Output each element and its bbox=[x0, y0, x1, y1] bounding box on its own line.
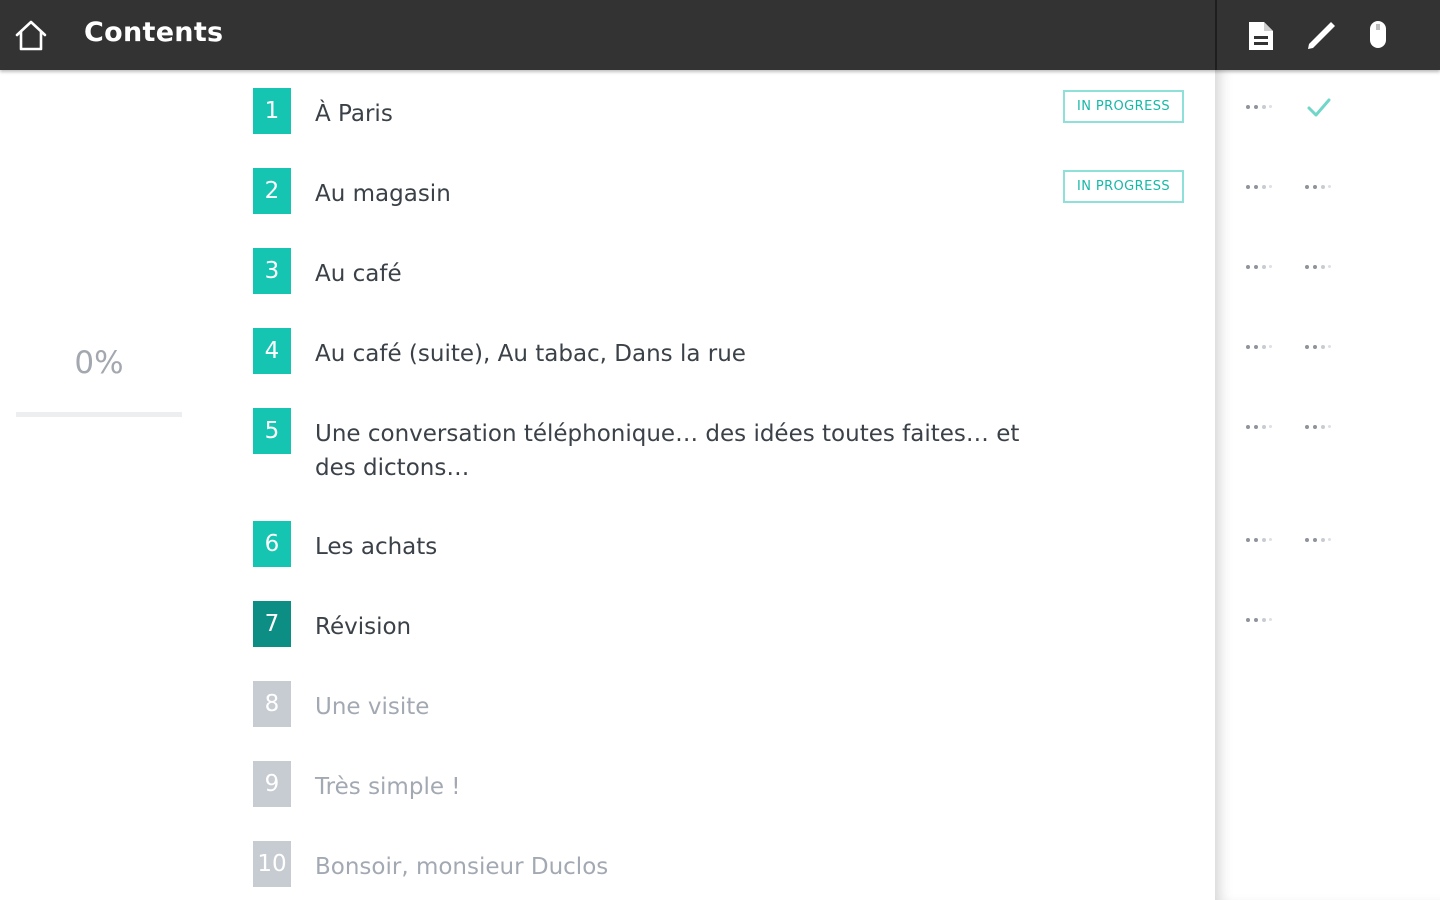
lesson-title: Très simple ! bbox=[315, 774, 461, 800]
progress-bar bbox=[16, 412, 182, 417]
home-icon bbox=[15, 20, 47, 51]
toolbar-divider bbox=[1215, 0, 1217, 70]
writing-status-pending-icon bbox=[1303, 263, 1333, 271]
in-progress-badge: IN PROGRESS bbox=[1063, 90, 1184, 123]
lesson-item[interactable]: 6 Les achats bbox=[253, 521, 1208, 571]
lesson-item[interactable]: 9 Très simple ! bbox=[253, 761, 1208, 811]
lesson-title: Une conversation téléphonique… des idées… bbox=[315, 421, 1020, 481]
microphone-icon bbox=[1370, 21, 1386, 48]
lesson-title: Une visite bbox=[315, 694, 430, 720]
notes-status-pending-icon bbox=[1244, 103, 1274, 111]
lesson-item[interactable]: 7 Révision bbox=[253, 601, 1208, 651]
home-button[interactable] bbox=[12, 16, 50, 54]
lesson-number: 7 bbox=[253, 601, 291, 647]
notes-status-pending-icon bbox=[1244, 616, 1274, 624]
lesson-number: 5 bbox=[253, 408, 291, 454]
lesson-item[interactable]: 8 Une visite bbox=[253, 681, 1208, 731]
lesson-item[interactable]: 2 Au magasin IN PROGRESS bbox=[253, 168, 1208, 218]
notes-status-pending-icon bbox=[1244, 263, 1274, 271]
lesson-number: 8 bbox=[253, 681, 291, 727]
notes-button[interactable] bbox=[1243, 18, 1279, 54]
page-title: Contents bbox=[84, 17, 224, 48]
lesson-number: 4 bbox=[253, 328, 291, 374]
writing-button[interactable] bbox=[1302, 18, 1338, 54]
in-progress-badge: IN PROGRESS bbox=[1063, 170, 1184, 203]
pen-icon bbox=[1308, 22, 1335, 49]
lesson-number: 6 bbox=[253, 521, 291, 567]
lesson-number: 9 bbox=[253, 761, 291, 807]
lesson-item[interactable]: 10 Bonsoir, monsieur Duclos bbox=[253, 841, 1208, 891]
speaking-button[interactable] bbox=[1360, 18, 1396, 54]
lesson-title: Au café bbox=[315, 261, 402, 287]
top-bar: Contents bbox=[0, 0, 1440, 70]
progress-percent: 0% bbox=[74, 345, 124, 381]
lesson-title: Les achats bbox=[315, 534, 438, 560]
notes-status-pending-icon bbox=[1244, 423, 1274, 431]
lesson-title: À Paris bbox=[315, 101, 393, 127]
lesson-title: Révision bbox=[315, 614, 412, 640]
lesson-title: Au magasin bbox=[315, 181, 451, 207]
writing-status-pending-icon bbox=[1303, 183, 1333, 191]
lesson-item[interactable]: 1 À Paris IN PROGRESS bbox=[253, 88, 1208, 138]
lesson-number: 10 bbox=[253, 841, 291, 887]
lesson-number: 2 bbox=[253, 168, 291, 214]
lesson-item[interactable]: 5 Une conversation téléphonique… des idé… bbox=[253, 408, 1208, 488]
document-icon bbox=[1249, 22, 1273, 50]
lesson-item[interactable]: 4 Au café (suite), Au tabac, Dans la rue bbox=[253, 328, 1208, 378]
lesson-title: Bonsoir, monsieur Duclos bbox=[315, 854, 609, 880]
lesson-item[interactable]: 3 Au café bbox=[253, 248, 1208, 298]
lesson-title: Au café (suite), Au tabac, Dans la rue bbox=[315, 341, 746, 367]
notes-status-pending-icon bbox=[1244, 536, 1274, 544]
status-panel bbox=[1215, 70, 1440, 900]
writing-status-pending-icon bbox=[1303, 343, 1333, 351]
writing-status-complete-icon bbox=[1307, 98, 1331, 117]
writing-status-pending-icon bbox=[1303, 423, 1333, 431]
lesson-number: 1 bbox=[253, 88, 291, 134]
notes-status-pending-icon bbox=[1244, 343, 1274, 351]
writing-status-pending-icon bbox=[1303, 536, 1333, 544]
notes-status-pending-icon bbox=[1244, 183, 1274, 191]
lesson-number: 3 bbox=[253, 248, 291, 294]
